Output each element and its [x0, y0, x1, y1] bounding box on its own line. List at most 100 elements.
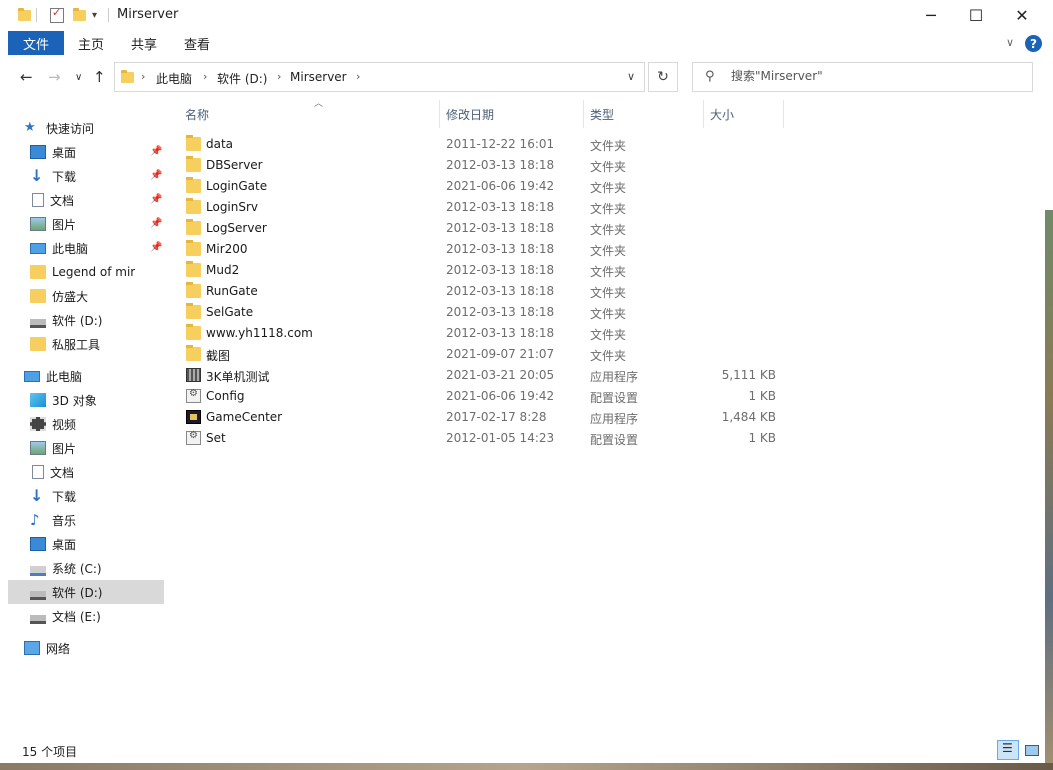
breadcrumb-mirserver[interactable]: Mirserver: [290, 70, 347, 84]
file-row[interactable]: Mir200 2012-03-13 18:18 文件夹: [180, 239, 790, 260]
quick-access-folder-icon: [18, 6, 31, 24]
new-folder-icon[interactable]: [73, 6, 86, 24]
file-row[interactable]: SelGate 2012-03-13 18:18 文件夹: [180, 302, 790, 323]
sort-ascending-icon: ︿: [314, 99, 324, 109]
file-row[interactable]: 截图 2021-09-07 21:07 文件夹: [180, 344, 790, 365]
folder-icon: [30, 289, 46, 303]
file-row[interactable]: GameCenter 2017-02-17 8:28 应用程序 1,484 KB: [180, 407, 790, 428]
column-header-type[interactable]: 类型: [583, 100, 704, 128]
folder-icon: [186, 219, 201, 235]
column-header-date[interactable]: 修改日期: [439, 100, 584, 128]
help-icon[interactable]: ?: [1025, 35, 1042, 52]
pin-icon[interactable]: 📌: [150, 170, 162, 181]
folder-icon: [186, 324, 201, 340]
pin-icon[interactable]: 📌: [150, 146, 162, 157]
sidebar-item-this-pc[interactable]: 此电脑: [24, 364, 164, 388]
refresh-button[interactable]: ↻: [648, 62, 678, 92]
large-icons-view-icon[interactable]: [1021, 740, 1041, 760]
column-header-name[interactable]: 名称 ︿: [178, 99, 440, 128]
tab-file[interactable]: 文件: [8, 31, 64, 55]
search-box[interactable]: ⚲: [692, 62, 1033, 92]
sidebar-item-network[interactable]: 网络: [24, 636, 164, 660]
breadcrumb-drive-d[interactable]: 软件 (D:): [217, 70, 267, 87]
maximize-button[interactable]: ☐: [953, 0, 999, 30]
sidebar-item-pictures[interactable]: 图片: [30, 212, 164, 236]
sidebar-item-documents[interactable]: 文档: [30, 188, 164, 212]
breadcrumb-separator-icon[interactable]: ›: [277, 70, 281, 83]
search-input[interactable]: [731, 69, 1021, 83]
close-button[interactable]: ✕: [999, 0, 1045, 30]
pin-icon[interactable]: 📌: [150, 194, 162, 205]
config-file-icon: [186, 430, 201, 445]
navigation-pane: ★ 快速访问 桌面 📌 ↓ 下载 📌 文档 📌 图片 📌 此电脑 📌 Legend …: [0, 100, 166, 738]
cube-icon: [30, 393, 46, 407]
address-history-chevron-icon[interactable]: ∨: [627, 70, 635, 83]
sidebar-item-drive-d-quick[interactable]: 软件 (D:): [30, 308, 164, 332]
sidebar-item-desktop-pc[interactable]: 桌面: [30, 532, 164, 556]
sidebar-item-legend-of-mir[interactable]: Legend of mir: [30, 260, 164, 284]
tab-view[interactable]: 查看: [184, 31, 210, 55]
sidebar-item-drive-c[interactable]: 系统 (C:): [30, 556, 164, 580]
breadcrumb-separator-icon[interactable]: ›: [356, 70, 360, 83]
sidebar-item-fangshengda[interactable]: 仿盛大: [30, 284, 164, 308]
tab-home[interactable]: 主页: [78, 31, 104, 55]
tab-share[interactable]: 共享: [131, 31, 157, 55]
sidebar-item-downloads-pc[interactable]: ↓ 下载: [30, 484, 164, 508]
picture-icon: [30, 441, 46, 455]
sidebar-item-drive-d[interactable]: 软件 (D:): [8, 580, 164, 604]
file-list: 名称 ︿ 修改日期 类型 大小 data 2011-12-22 16:01 文件夹 D…: [168, 99, 1045, 738]
expand-ribbon-chevron-icon[interactable]: ∨: [1006, 36, 1014, 49]
sidebar-item-documents-pc[interactable]: 文档: [30, 460, 164, 484]
file-row[interactable]: Config2021-06-06 19:42配置设置1 KB: [180, 386, 790, 407]
folder-icon: [186, 240, 201, 256]
breadcrumb-this-pc[interactable]: 此电脑: [156, 70, 192, 87]
breadcrumb-separator-icon[interactable]: ›: [141, 70, 145, 83]
forward-arrow-icon[interactable]: →: [48, 68, 61, 86]
sidebar-item-quick-access[interactable]: ★ 快速访问: [24, 116, 164, 140]
system-drive-icon: [30, 565, 46, 576]
file-row[interactable]: 3K单机测试 2021-03-21 20:05 应用程序 5,111 KB: [180, 365, 790, 386]
column-header-size[interactable]: 大小: [703, 100, 784, 128]
folder-icon: [30, 265, 46, 279]
back-arrow-icon[interactable]: ←: [20, 68, 33, 86]
folder-icon: [186, 156, 201, 172]
pin-icon[interactable]: 📌: [150, 218, 162, 229]
sidebar-item-private-server-tools[interactable]: 私服工具: [30, 332, 164, 356]
file-row[interactable]: Mud2 2012-03-13 18:18 文件夹: [180, 260, 790, 281]
address-bar[interactable]: › 此电脑 › 软件 (D:) › Mirserver › ∨: [114, 62, 645, 92]
file-row[interactable]: LoginGate 2021-06-06 19:42 文件夹: [180, 176, 790, 197]
file-row[interactable]: data 2011-12-22 16:01 文件夹: [180, 134, 790, 155]
customize-toolbar-chevron-icon[interactable]: ▾: [92, 6, 97, 24]
file-row[interactable]: RunGate 2012-03-13 18:18 文件夹: [180, 281, 790, 302]
folder-icon: [186, 198, 201, 214]
drive-icon: [30, 614, 46, 624]
sidebar-item-3d-objects[interactable]: 3D 对象: [30, 388, 164, 412]
sidebar-item-videos[interactable]: 视频: [30, 412, 164, 436]
folder-icon: [186, 261, 201, 277]
folder-icon: [186, 303, 201, 319]
minimize-button[interactable]: ─: [908, 0, 954, 30]
file-row[interactable]: DBServer 2012-03-13 18:18 文件夹: [180, 155, 790, 176]
properties-check-icon[interactable]: [50, 6, 64, 24]
document-icon: [32, 193, 44, 207]
file-row[interactable]: www.yh1118.com 2012-03-13 18:18 文件夹: [180, 323, 790, 344]
sidebar-item-pictures-pc[interactable]: 图片: [30, 436, 164, 460]
sidebar-item-drive-e[interactable]: 文档 (E:): [30, 604, 164, 628]
folder-icon: [186, 345, 201, 361]
sidebar-item-music[interactable]: ♪ 音乐: [30, 508, 164, 532]
file-row[interactable]: LogServer 2012-03-13 18:18 文件夹: [180, 218, 790, 239]
pin-icon[interactable]: 📌: [150, 242, 162, 253]
breadcrumb-separator-icon[interactable]: ›: [203, 70, 207, 83]
title-separator: [108, 6, 109, 24]
recent-locations-chevron-icon[interactable]: ∨: [75, 72, 82, 83]
folder-icon: [186, 177, 201, 193]
sidebar-item-this-pc-pinned[interactable]: 此电脑: [30, 236, 164, 260]
up-arrow-icon[interactable]: ↑: [93, 68, 106, 86]
details-view-icon[interactable]: [997, 740, 1019, 760]
download-icon: ↓: [30, 166, 44, 185]
config-file-icon: [186, 388, 201, 403]
sidebar-item-downloads[interactable]: ↓ 下载: [30, 164, 164, 188]
file-row[interactable]: LoginSrv 2012-03-13 18:18 文件夹: [180, 197, 790, 218]
file-row[interactable]: Set2012-01-05 14:23配置设置1 KB: [180, 428, 790, 449]
sidebar-item-desktop[interactable]: 桌面: [30, 140, 164, 164]
